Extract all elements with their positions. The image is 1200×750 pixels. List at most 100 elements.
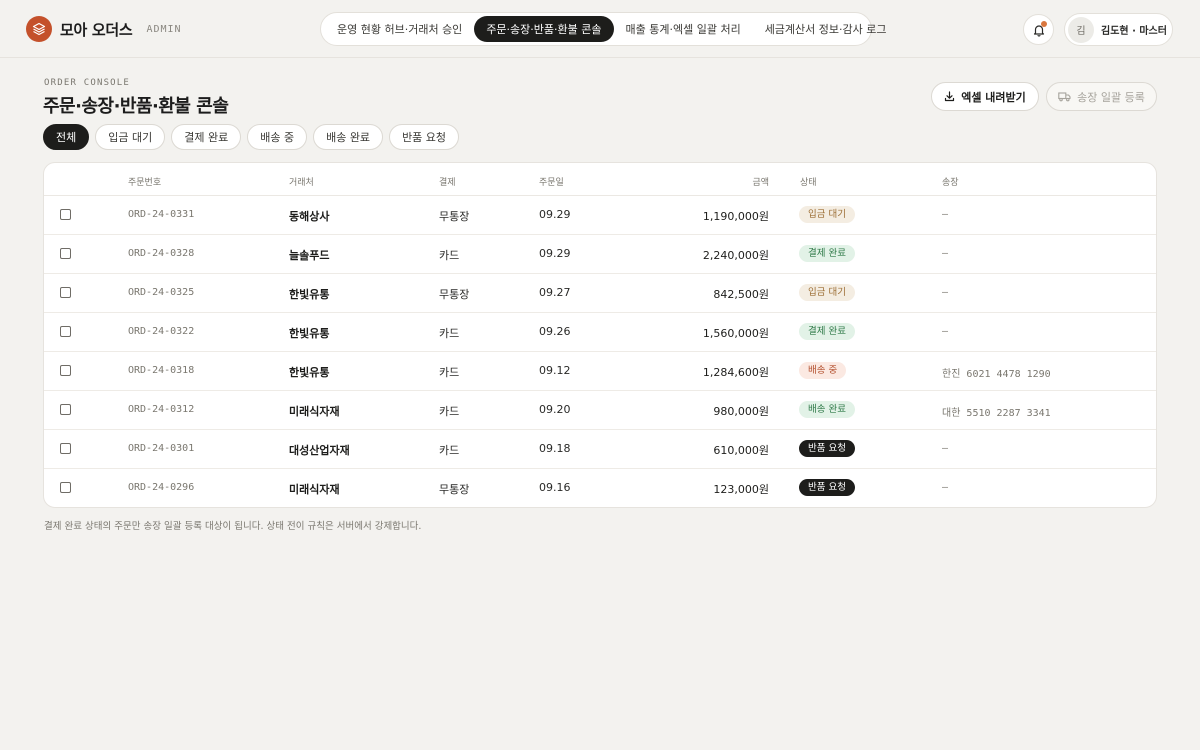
status-cell: 반품 요청 xyxy=(799,440,855,457)
order-amount: 1,284,600원 xyxy=(702,366,769,379)
row-checkbox[interactable] xyxy=(60,365,71,376)
row-checkbox[interactable] xyxy=(60,209,71,220)
row-checkbox[interactable] xyxy=(60,248,71,259)
brand[interactable]: 모아 오더스 ADMIN xyxy=(26,16,182,42)
shipment-number: – xyxy=(942,482,949,493)
export-excel-label: 엑셀 내려받기 xyxy=(961,90,1026,104)
shipment-number: 대한 5510 2287 3341 xyxy=(942,408,1051,419)
nav-tab-sales-stats[interactable]: 매출 통계·엑셀 일괄 처리 xyxy=(614,16,753,42)
order-amount: 2,240,000원 xyxy=(702,249,769,262)
status-cell: 반품 요청 xyxy=(799,479,855,496)
status-cell: 입금 대기 xyxy=(799,284,855,301)
row-checkbox[interactable] xyxy=(60,443,71,454)
column-header-status: 상태 xyxy=(800,178,817,188)
table-row[interactable]: ORD-24-0301 대성산업자재 카드 09.18 610,000원 반품 요청 – xyxy=(44,430,1156,469)
client-name: 동해상사 xyxy=(289,210,330,223)
bulk-invoice-button[interactable]: 송장 일괄 등록 xyxy=(1046,82,1157,111)
order-date: 09.12 xyxy=(539,364,571,377)
payment-method: 무통장 xyxy=(439,210,470,223)
order-number[interactable]: ORD-24-0322 xyxy=(128,326,194,337)
table-header: 주문번호 거래처 결제 주문일 금액 상태 송장 xyxy=(44,163,1156,196)
client-name: 대성산업자재 xyxy=(289,444,350,457)
notification-dot xyxy=(1041,21,1047,27)
order-date: 09.27 xyxy=(539,286,571,299)
bulk-invoice-label: 송장 일괄 등록 xyxy=(1077,90,1145,104)
order-date: 09.29 xyxy=(539,208,571,221)
row-checkbox[interactable] xyxy=(60,482,71,493)
client-name: 미래식자재 xyxy=(289,405,340,418)
filter-all[interactable]: 전체 xyxy=(43,124,90,150)
status-badge: 배송 완료 xyxy=(799,401,855,418)
status-badge: 입금 대기 xyxy=(799,284,855,301)
order-date: 09.29 xyxy=(539,247,571,260)
table-row[interactable]: ORD-24-0331 동해상사 무통장 09.29 1,190,000원 입금 대기 – xyxy=(44,196,1156,235)
nav-tab-operations-hub[interactable]: 운영 현황 허브·거래처 승인 xyxy=(325,16,474,42)
order-date: 09.20 xyxy=(539,403,571,416)
filter-shipping[interactable]: 배송 중 xyxy=(247,124,308,150)
status-cell: 입금 대기 xyxy=(799,206,855,223)
status-badge: 결제 완료 xyxy=(799,323,855,340)
order-date: 09.18 xyxy=(539,442,571,455)
status-cell: 결제 완료 xyxy=(799,245,855,262)
order-date: 09.16 xyxy=(539,481,571,494)
order-amount: 1,560,000원 xyxy=(702,327,769,340)
table-row[interactable]: ORD-24-0322 한빛유통 카드 09.26 1,560,000원 결제 완료 – xyxy=(44,313,1156,352)
shipment-number: 한진 6021 4478 1290 xyxy=(942,369,1051,380)
shipment-number: – xyxy=(942,209,949,220)
export-excel-button[interactable]: 엑셀 내려받기 xyxy=(931,82,1039,111)
brand-name: 모아 오더스 xyxy=(60,20,133,39)
table-row[interactable]: ORD-24-0325 한빛유통 무통장 09.27 842,500원 입금 대기 – xyxy=(44,274,1156,313)
order-number[interactable]: ORD-24-0325 xyxy=(128,287,194,298)
user-name: 김도현 · 마스터 xyxy=(1101,26,1167,37)
order-number[interactable]: ORD-24-0312 xyxy=(128,404,194,415)
status-cell: 배송 완료 xyxy=(799,401,855,418)
order-amount: 980,000원 xyxy=(713,405,769,418)
row-checkbox[interactable] xyxy=(60,287,71,298)
status-badge: 입금 대기 xyxy=(799,206,855,223)
client-name: 미래식자재 xyxy=(289,483,340,496)
order-number[interactable]: ORD-24-0331 xyxy=(128,209,194,220)
page-eyebrow: ORDER CONSOLE xyxy=(44,78,131,88)
payment-method: 무통장 xyxy=(439,483,470,496)
column-header-order-no: 주문번호 xyxy=(128,178,162,188)
column-header-shipment: 송장 xyxy=(942,178,959,188)
shipment-number: – xyxy=(942,443,949,454)
payment-method: 카드 xyxy=(439,366,460,379)
filter-awaiting-payment[interactable]: 입금 대기 xyxy=(95,124,166,150)
nav-tab-tax-invoice[interactable]: 세금계산서 정보·감사 로그 xyxy=(753,16,899,42)
row-checkbox[interactable] xyxy=(60,326,71,337)
order-number[interactable]: ORD-24-0328 xyxy=(128,248,194,259)
order-number[interactable]: ORD-24-0301 xyxy=(128,443,194,454)
table-row[interactable]: ORD-24-0328 늘솔푸드 카드 09.29 2,240,000원 결제 완료 – xyxy=(44,235,1156,274)
table-row[interactable]: ORD-24-0318 한빛유통 카드 09.12 1,284,600원 배송 중 한진 6… xyxy=(44,352,1156,391)
row-checkbox[interactable] xyxy=(60,404,71,415)
download-icon xyxy=(945,91,955,102)
layers-icon xyxy=(26,16,52,42)
payment-method: 카드 xyxy=(439,249,460,262)
brand-tag: ADMIN xyxy=(146,23,182,35)
nav-tab-order-console[interactable]: 주문·송장·반품·환불 콘솔 xyxy=(474,16,614,42)
shipment-number: – xyxy=(942,248,949,259)
client-name: 한빛유통 xyxy=(289,366,330,379)
top-bar: 모아 오더스 ADMIN 운영 현황 허브·거래처 승인 주문·송장·반품·환불… xyxy=(0,0,1200,58)
order-number[interactable]: ORD-24-0296 xyxy=(128,482,194,493)
column-header-client: 거래처 xyxy=(289,178,314,188)
filter-paid[interactable]: 결제 완료 xyxy=(171,124,242,150)
payment-method: 카드 xyxy=(439,444,460,457)
status-badge: 결제 완료 xyxy=(799,245,855,262)
payment-method: 카드 xyxy=(439,327,460,340)
order-number[interactable]: ORD-24-0318 xyxy=(128,365,194,376)
client-name: 한빛유통 xyxy=(289,288,330,301)
order-amount: 842,500원 xyxy=(713,288,769,301)
table-row[interactable]: ORD-24-0312 미래식자재 카드 09.20 980,000원 배송 완료 대한 5… xyxy=(44,391,1156,430)
status-cell: 결제 완료 xyxy=(799,323,855,340)
filter-delivered[interactable]: 배송 완료 xyxy=(313,124,384,150)
column-header-payment: 결제 xyxy=(439,178,456,188)
payment-method: 카드 xyxy=(439,405,460,418)
table-row[interactable]: ORD-24-0296 미래식자재 무통장 09.16 123,000원 반품 요청 – xyxy=(44,469,1156,507)
main-nav: 운영 현황 허브·거래처 승인 주문·송장·반품·환불 콘솔 매출 통계·엑셀 … xyxy=(320,12,887,46)
filter-return-requested[interactable]: 반품 요청 xyxy=(389,124,460,150)
user-menu[interactable]: 김 김도현 · 마스터 xyxy=(1064,13,1173,46)
footnote: 결제 완료 상태의 주문만 송장 일괄 등록 대상이 됩니다. 상태 전이 규칙… xyxy=(44,521,422,532)
notification-button[interactable] xyxy=(1023,14,1054,45)
